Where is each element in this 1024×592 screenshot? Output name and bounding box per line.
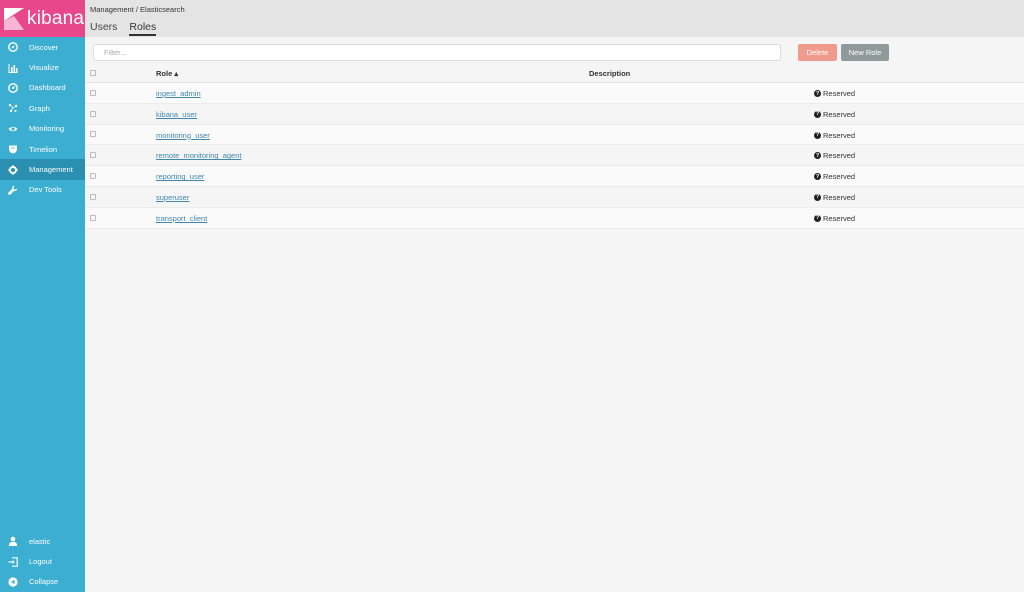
breadcrumb: Management / Elasticsearch <box>90 5 185 14</box>
table-row: reporting_user ? Reserved <box>85 166 1024 187</box>
role-link[interactable]: kibana_user <box>156 110 197 119</box>
table-row: ingest_admin ? Reserved <box>85 83 1024 104</box>
reserved-status: ? Reserved <box>814 151 855 160</box>
bar-chart-icon <box>8 63 18 73</box>
new-role-button[interactable]: New Role <box>841 44 889 61</box>
sidebar-item-logout[interactable]: Logout <box>0 551 85 571</box>
kibana-logo-icon <box>4 7 24 30</box>
reserved-label: Reserved <box>823 172 856 182</box>
reserved-label: Reserved <box>823 151 856 161</box>
sidebar-item-label: elastic <box>29 536 51 546</box>
tab-bar: Users Roles <box>90 21 168 36</box>
filter-input[interactable] <box>93 44 781 61</box>
sidebar-item-graph[interactable]: Graph <box>0 98 85 118</box>
reserved-status: ? Reserved <box>814 214 855 223</box>
sidebar-item-timelion[interactable]: Timelion <box>0 139 85 159</box>
role-link[interactable]: ingest_admin <box>156 89 201 98</box>
sidebar-item-dashboard[interactable]: Dashboard <box>0 78 85 98</box>
question-icon: ? <box>814 90 821 97</box>
table-row: remote_monitoring_agent ? Reserved <box>85 145 1024 167</box>
sidebar-item-label: Monitoring <box>29 124 65 134</box>
sidebar-item-label: Collapse <box>29 577 59 587</box>
sidebar-item-visualize[interactable]: Visualize <box>0 57 85 77</box>
column-header-description: Description <box>589 69 631 78</box>
row-checkbox[interactable] <box>90 214 96 221</box>
sidebar-nav: Discover Visualize Dashboard Graph Monit… <box>0 37 85 200</box>
dashboard-icon <box>8 83 18 93</box>
reserved-label: Reserved <box>823 89 856 98</box>
wrench-icon <box>8 185 18 195</box>
sidebar-item-label: Dashboard <box>29 83 66 93</box>
table-row: kibana_user ? Reserved <box>85 103 1024 125</box>
logout-icon <box>8 556 18 567</box>
question-icon: ? <box>814 152 821 160</box>
kibana-logo[interactable]: kibana <box>0 0 85 37</box>
sidebar-item-label: Graph <box>29 103 50 113</box>
sidebar-item-label: Management <box>29 165 73 175</box>
gear-icon <box>8 164 18 175</box>
table-row: superuser ? Reserved <box>85 186 1024 208</box>
reserved-label: Reserved <box>823 109 856 119</box>
row-checkbox[interactable] <box>90 173 96 180</box>
role-link[interactable]: transport_client <box>156 214 207 223</box>
table-row: transport_client ? Reserved <box>85 207 1024 229</box>
reserved-status: ? Reserved <box>814 131 855 140</box>
logo-text: kibana <box>27 7 85 29</box>
row-checkbox[interactable] <box>90 131 96 138</box>
row-checkbox[interactable] <box>90 110 96 117</box>
sidebar: kibana Discover Visualize Dashboard Grap… <box>0 0 85 592</box>
role-link[interactable]: remote_monitoring_agent <box>156 151 241 160</box>
reserved-label: Reserved <box>823 192 856 202</box>
shield-icon <box>8 144 18 154</box>
management-header: Management / Elasticsearch Users Roles <box>85 0 1024 37</box>
table-header: Role ▴ Description <box>85 63 1024 83</box>
row-checkbox[interactable] <box>90 152 96 159</box>
sidebar-item-label: Discover <box>29 42 59 52</box>
sidebar-item-label: Visualize <box>29 63 59 73</box>
reserved-status: ? Reserved <box>814 172 855 181</box>
reserved-status: ? Reserved <box>814 89 855 98</box>
graph-icon <box>8 103 18 113</box>
sidebar-item-monitoring[interactable]: Monitoring <box>0 119 85 139</box>
user-icon <box>8 536 18 547</box>
select-all-checkbox[interactable] <box>90 69 96 76</box>
sidebar-item-user[interactable]: elastic <box>0 531 85 551</box>
question-icon: ? <box>814 173 821 181</box>
sidebar-item-management[interactable]: Management <box>0 159 85 180</box>
collapse-icon <box>8 577 18 587</box>
sidebar-bottom-nav: elastic Logout Collapse <box>0 531 85 592</box>
row-checkbox[interactable] <box>90 89 96 96</box>
question-icon: ? <box>814 193 821 201</box>
compass-icon <box>8 42 18 53</box>
reserved-label: Reserved <box>823 213 856 223</box>
sidebar-item-label: Dev Tools <box>29 185 62 195</box>
column-header-role[interactable]: Role ▴ <box>156 69 178 78</box>
sidebar-item-discover[interactable]: Discover <box>0 37 85 57</box>
role-link[interactable]: reporting_user <box>156 172 204 181</box>
reserved-label: Reserved <box>823 130 856 140</box>
sidebar-item-collapse[interactable]: Collapse <box>0 572 85 592</box>
question-icon: ? <box>814 214 821 222</box>
table-row: monitoring_user ? Reserved <box>85 124 1024 146</box>
delete-button[interactable]: Delete <box>798 44 837 61</box>
sidebar-item-dev-tools[interactable]: Dev Tools <box>0 180 85 200</box>
question-icon: ? <box>814 110 821 118</box>
sidebar-item-label: Timelion <box>29 144 58 154</box>
role-link[interactable]: monitoring_user <box>156 131 210 140</box>
role-link[interactable]: superuser <box>156 193 189 202</box>
reserved-status: ? Reserved <box>814 193 855 202</box>
row-checkbox[interactable] <box>90 193 96 200</box>
tab-roles[interactable]: Roles <box>129 21 157 36</box>
question-icon: ? <box>814 131 821 139</box>
tab-users[interactable]: Users <box>90 21 117 36</box>
reserved-status: ? Reserved <box>814 110 855 119</box>
sidebar-item-label: Logout <box>29 557 52 567</box>
table-body: ingest_admin ? Reserved kibana_user ? Rese… <box>85 83 1024 229</box>
roles-table: Role ▴ Description ingest_admin ? Reserve… <box>85 63 1024 229</box>
eye-icon <box>8 124 18 134</box>
